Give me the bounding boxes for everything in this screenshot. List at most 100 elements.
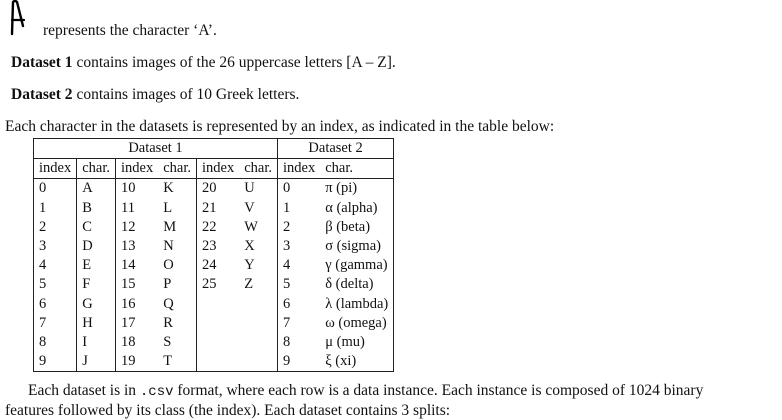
char-cell: K xyxy=(158,178,198,199)
char-cell: Y xyxy=(239,256,279,276)
column-header-char: char. xyxy=(239,158,279,180)
greek-char-cell: π (pi) xyxy=(320,178,395,199)
char-cell: I xyxy=(76,332,116,353)
char-cell: R xyxy=(158,313,198,333)
greek-index-cell: 1 xyxy=(283,199,291,216)
char-cell: U xyxy=(239,178,279,199)
table-row: 6 G 16 Q 6 λ (lambda) xyxy=(32,294,395,314)
index-cell: 0 xyxy=(32,178,78,199)
greek-index-cell: 6 xyxy=(283,295,291,312)
dataset-1-header: Dataset 1 xyxy=(33,137,278,159)
char-cell: H xyxy=(76,313,116,333)
index-cell: 11 xyxy=(121,199,135,216)
greek-char-cell: μ (mu) xyxy=(320,332,395,353)
index-cell: 13 xyxy=(121,238,136,255)
footer-line-2: features followed by its class (the inde… xyxy=(5,402,451,419)
index-cell: 7 xyxy=(32,313,78,333)
char-cell: M xyxy=(158,217,198,237)
index-cell: 16 xyxy=(121,295,136,312)
char-cell xyxy=(239,332,279,353)
table-row: 9 J 19 T 9 ξ (xi) xyxy=(32,352,395,373)
index-cell: 9 xyxy=(32,352,78,373)
index-cell: 8 xyxy=(32,332,78,353)
greek-index-cell: 9 xyxy=(277,352,321,373)
greek-char-cell: δ (delta) xyxy=(320,275,395,295)
char-cell: P xyxy=(158,275,198,295)
index-cell: 15 xyxy=(121,276,136,293)
greek-index-cell: 0 xyxy=(283,180,291,197)
column-header-char: char. xyxy=(76,158,116,180)
index-cell xyxy=(197,314,240,333)
char-cell xyxy=(239,294,279,314)
index-cell: 5 xyxy=(32,275,78,295)
column-header-index: index xyxy=(32,158,78,180)
index-cell: 18 xyxy=(121,333,136,350)
footer-text-a: Each dataset is in xyxy=(28,382,140,399)
dataset-1-text: contains images of the 26 uppercase lett… xyxy=(76,54,396,71)
dataset-2-description: Dataset 2 contains images of 10 Greek le… xyxy=(11,86,299,104)
index-cell: 25 xyxy=(202,276,217,293)
greek-char-cell: α (alpha) xyxy=(320,198,395,218)
index-cell xyxy=(196,352,240,373)
column-header-index: index xyxy=(277,158,321,180)
char-cell xyxy=(239,352,279,373)
greek-char-cell: λ (lambda) xyxy=(320,294,395,314)
table-row: 1 B 11 L 21 V 1 α (alpha) xyxy=(32,198,395,218)
dataset-2-text: contains images of 10 Greek letters. xyxy=(76,86,300,103)
greek-index-cell: 7 xyxy=(283,314,291,331)
index-cell xyxy=(197,295,240,314)
table-row: 4 E 14 O 24 Y 4 γ (gamma) xyxy=(32,256,395,276)
char-cell xyxy=(239,313,279,333)
table-row: 2 C 12 M 22 W 2 β (beta) xyxy=(32,217,395,237)
index-cell: 19 xyxy=(115,352,159,373)
char-cell: O xyxy=(158,256,198,276)
footer-line-1: Each dataset is in .csv format, where ea… xyxy=(28,382,703,400)
greek-char-cell: σ (sigma) xyxy=(320,236,395,257)
table-row: 7 H 17 R 7 ω (omega) xyxy=(32,313,395,333)
footer-text-b: format, where each row is a data instanc… xyxy=(173,382,704,399)
dataset-2-label: Dataset 2 xyxy=(11,86,73,103)
greek-char-cell: β (beta) xyxy=(320,217,395,237)
char-cell: X xyxy=(239,236,279,257)
table-row: 0 A 10 K 20 U 0 π (pi) xyxy=(32,178,395,199)
char-cell: E xyxy=(76,256,116,276)
table-row: 5 F 15 P 25 Z 5 δ (delta) xyxy=(32,275,395,295)
greek-index-cell: 3 xyxy=(283,238,291,255)
char-cell: J xyxy=(76,352,116,373)
index-cell: 22 xyxy=(202,218,217,235)
char-cell: S xyxy=(158,332,198,353)
glyph-caption: represents the character ‘A’. xyxy=(43,22,217,39)
handwritten-a-glyph xyxy=(3,0,39,36)
dataset-1-label: Dataset 1 xyxy=(11,54,73,71)
table-row: 3 D 13 N 23 X 3 σ (sigma) xyxy=(32,236,395,257)
char-cell: V xyxy=(239,198,279,218)
greek-index-cell: 5 xyxy=(283,276,291,293)
table-intro: Each character in the datasets is repres… xyxy=(5,118,555,135)
char-cell: G xyxy=(76,294,116,314)
index-cell: 6 xyxy=(32,294,78,314)
index-cell: 20 xyxy=(202,180,217,197)
column-header-row: index char. index char. index char. index char. xyxy=(32,158,395,180)
column-header-index: index xyxy=(196,158,240,180)
index-table-body: index char. index char. index char. index char.… xyxy=(32,158,395,373)
index-cell: 4 xyxy=(32,256,78,276)
index-cell: 14 xyxy=(121,257,136,274)
greek-index-cell: 4 xyxy=(283,257,291,274)
char-cell: B xyxy=(76,198,116,218)
index-cell: 23 xyxy=(202,238,217,255)
char-cell: N xyxy=(158,236,198,257)
char-cell: A xyxy=(76,178,116,199)
char-cell: D xyxy=(76,236,116,257)
dataset-1-description: Dataset 1 contains images of the 26 uppe… xyxy=(11,54,396,72)
dataset-2-header: Dataset 2 xyxy=(277,137,395,159)
table-row: 8 I 18 S 8 μ (mu) xyxy=(32,332,395,353)
index-cell: 3 xyxy=(32,236,78,257)
column-header-index: index xyxy=(115,158,159,180)
index-cell: 10 xyxy=(121,180,136,197)
greek-index-cell: 8 xyxy=(283,333,291,350)
char-cell: C xyxy=(76,217,116,237)
char-cell: Q xyxy=(158,294,198,314)
char-cell: W xyxy=(239,217,279,237)
char-cell: L xyxy=(158,198,198,218)
index-cell: 12 xyxy=(121,218,136,235)
